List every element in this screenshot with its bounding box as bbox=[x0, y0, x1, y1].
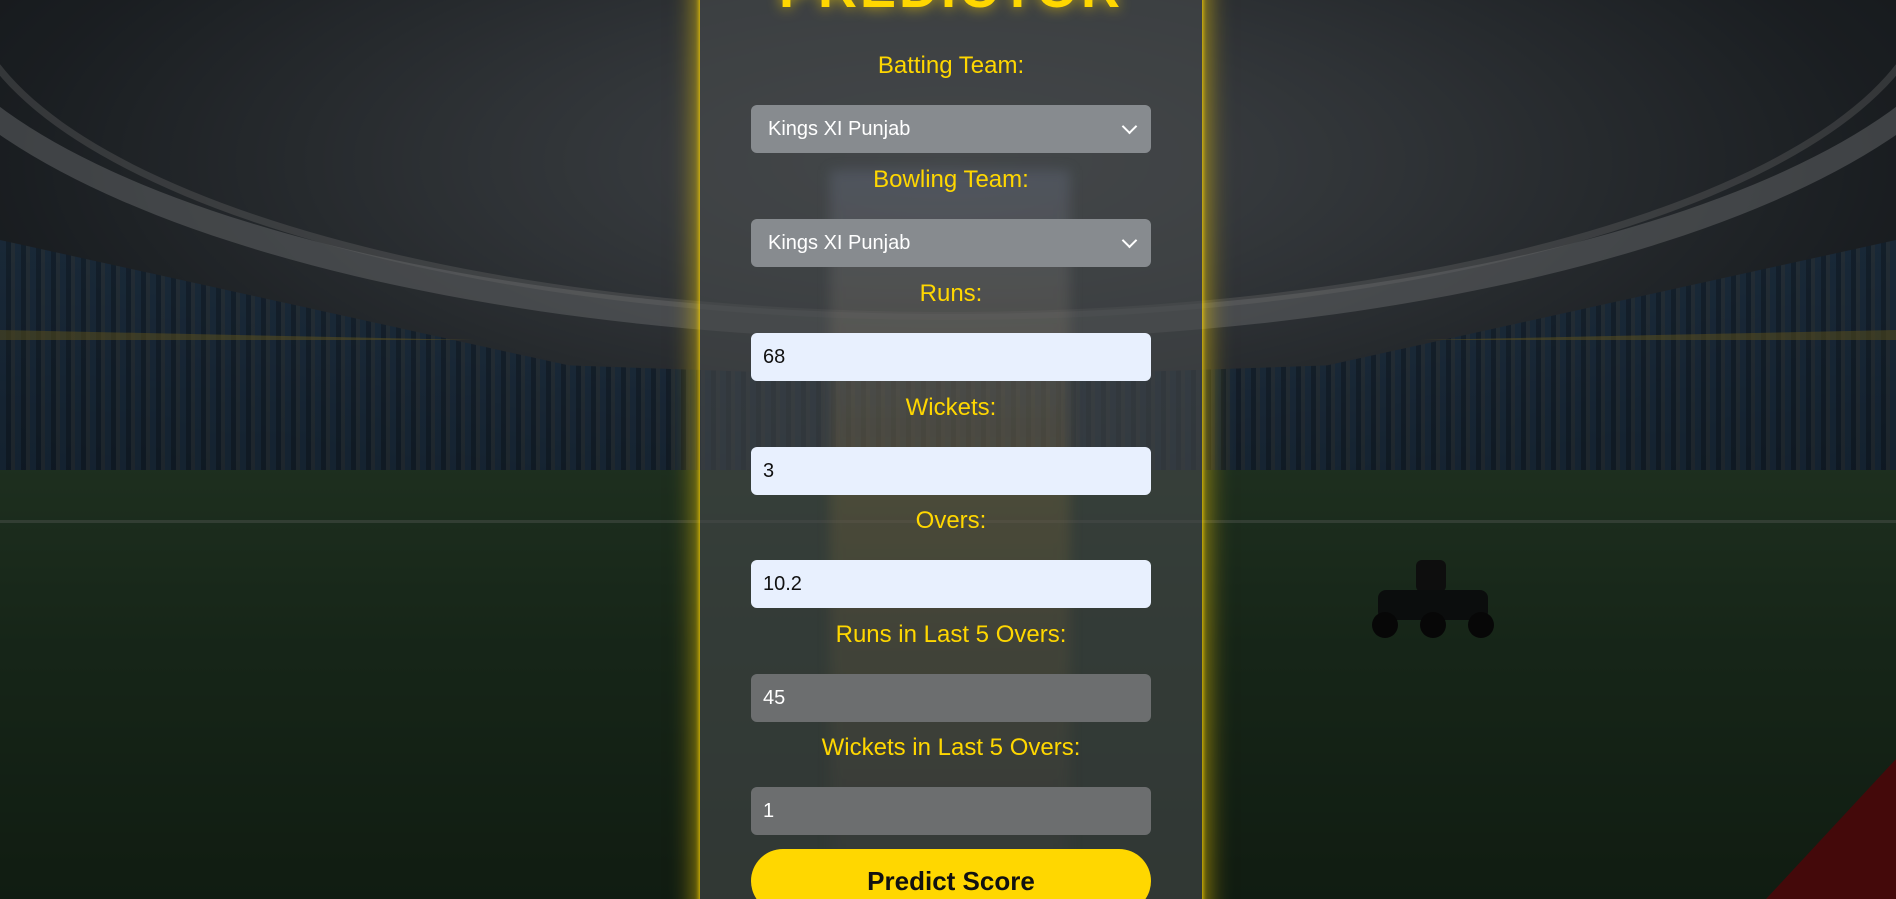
predictor-form-panel: PREDICTOR Batting Team: Kings XI Punjab … bbox=[700, 0, 1202, 899]
bowling-team-select[interactable]: Kings XI Punjab bbox=[751, 219, 1151, 267]
batting-team-value: Kings XI Punjab bbox=[768, 117, 911, 140]
batting-team-label: Batting Team: bbox=[877, 52, 1025, 79]
runs-input[interactable]: 68 bbox=[751, 333, 1151, 381]
wickets-last5-label: Wickets in Last 5 Overs: bbox=[821, 734, 1081, 761]
overs-input[interactable]: 10.2 bbox=[751, 560, 1151, 608]
wickets-input[interactable]: 3 bbox=[751, 447, 1151, 495]
chevron-down-icon bbox=[1121, 232, 1138, 249]
page: PREDICTOR Batting Team: Kings XI Punjab … bbox=[0, 0, 1896, 899]
runs-last5-label: Runs in Last 5 Overs: bbox=[835, 621, 1067, 648]
chevron-down-icon bbox=[1121, 118, 1138, 135]
runs-label: Runs: bbox=[919, 280, 983, 307]
overs-label: Overs: bbox=[915, 507, 987, 534]
bowling-team-value: Kings XI Punjab bbox=[768, 231, 911, 254]
wickets-label: Wickets: bbox=[905, 394, 997, 421]
predict-score-button[interactable]: Predict Score bbox=[751, 849, 1151, 899]
batting-team-select[interactable]: Kings XI Punjab bbox=[751, 105, 1151, 153]
wickets-last5-input[interactable]: 1 bbox=[751, 787, 1151, 835]
page-title: PREDICTOR bbox=[700, 0, 1202, 20]
runs-last5-input[interactable]: 45 bbox=[751, 674, 1151, 722]
bowling-team-label: Bowling Team: bbox=[873, 166, 1029, 193]
